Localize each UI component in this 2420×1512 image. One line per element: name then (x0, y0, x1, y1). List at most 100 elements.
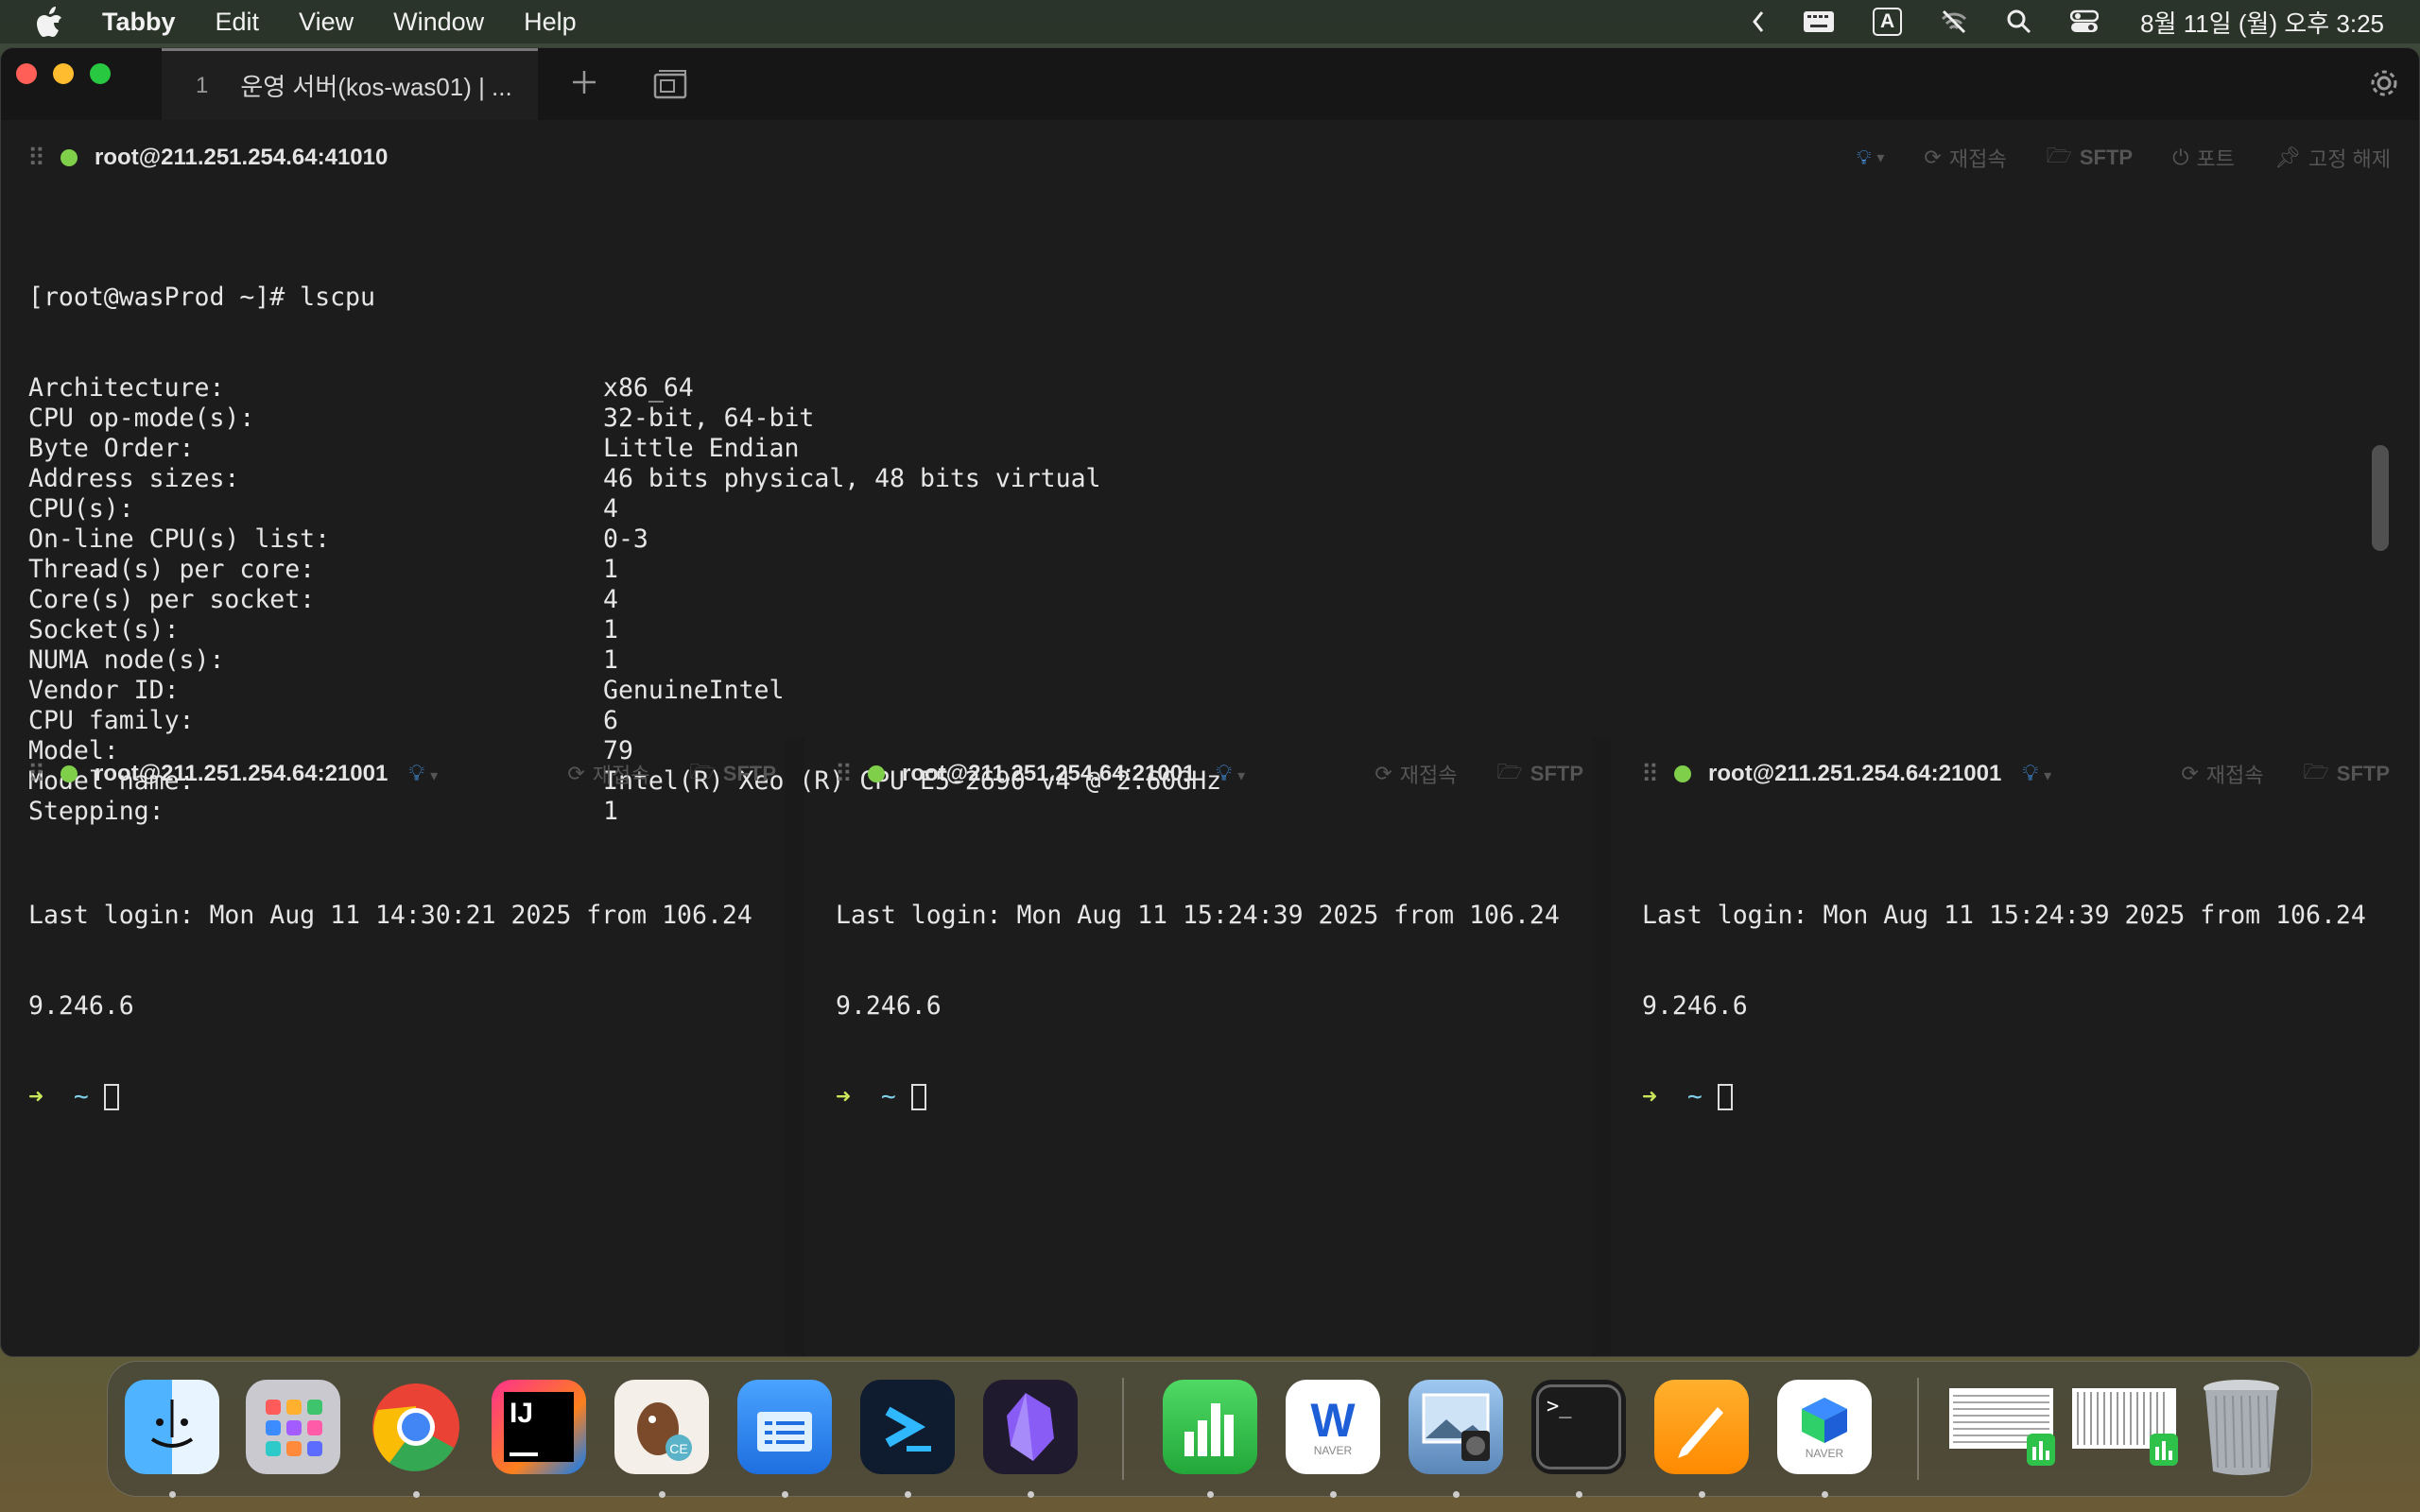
terminal-cursor (1717, 1084, 1733, 1110)
folder-icon: 🗁 (2303, 760, 2329, 783)
menu-edit[interactable]: Edit (216, 8, 260, 37)
lightbulb-icon[interactable]: 💡︎ ▾ (1857, 146, 1884, 170)
lscpu-value: 6 (603, 706, 618, 735)
last-login-line-cont: 9.246.6 (28, 991, 134, 1021)
pages-icon[interactable] (1654, 1380, 1749, 1474)
reconnect-button[interactable]: ⟳ 재접속 (1374, 759, 1457, 789)
chrome-icon[interactable] (369, 1380, 463, 1474)
sftp-button[interactable]: 🗁 SFTP (2303, 756, 2390, 792)
minimize-window-button[interactable] (53, 63, 74, 84)
refresh-icon: ⟳ (567, 762, 585, 785)
lscpu-value: 1 (603, 555, 618, 584)
running-indicator (413, 1491, 420, 1498)
settings-gear-icon[interactable] (2368, 67, 2400, 104)
folder-icon: 🗁 (689, 760, 716, 783)
menu-view[interactable]: View (299, 8, 354, 37)
reconnect-button[interactable]: ⟳ 재접속 (2181, 759, 2263, 789)
naver-whale-icon[interactable]: W NAVER (1286, 1380, 1380, 1474)
lscpu-key: CPU family: (28, 706, 195, 735)
input-source-icon[interactable]: A (1872, 8, 1903, 36)
chevron-left-icon[interactable] (1752, 10, 1765, 33)
terminal-output-bottom[interactable]: Last login: Mon Aug 11 15:24:39 2025 fro… (1642, 840, 2366, 1112)
lscpu-key: On-line CPU(s) list: (28, 524, 331, 554)
folder-icon: 🗁 (2046, 144, 2072, 167)
lightbulb-icon[interactable]: 💡︎ ▾ (1216, 761, 1245, 787)
unpin-button[interactable]: 📌︎ 고정 해제 (2274, 143, 2391, 173)
dock-separator (1917, 1378, 1919, 1480)
numbers-icon[interactable] (1163, 1380, 1257, 1474)
menu-app-name[interactable]: Tabby (102, 8, 176, 37)
running-indicator (659, 1491, 666, 1498)
menu-bar: Tabby Edit View Window Help A 8월 11일 (월)… (0, 0, 2420, 43)
tab-session[interactable]: 1 운영 서버(kos-was01) | ... (162, 48, 538, 120)
lightbulb-icon[interactable]: 💡︎ ▾ (408, 761, 438, 787)
drag-handle-icon[interactable]: ⠿ (27, 144, 45, 173)
running-indicator (1699, 1491, 1705, 1498)
obsidian-icon[interactable] (983, 1380, 1078, 1474)
reconnect-button[interactable]: ⟳ 재접속 (567, 759, 649, 789)
recent-doc-2-icon[interactable] (2070, 1380, 2180, 1474)
new-tab-icon[interactable] (571, 69, 597, 100)
terminal-icon[interactable]: >_ (1531, 1380, 1626, 1474)
lscpu-row: Core(s) per socket: 4 (28, 585, 1221, 615)
vscode-like-icon[interactable] (860, 1380, 955, 1474)
sftp-button[interactable]: 🗁 SFTP (689, 756, 776, 792)
pane-divider[interactable] (786, 738, 804, 1356)
drag-handle-icon[interactable]: ⠿ (835, 760, 853, 789)
search-icon[interactable] (2006, 9, 2032, 35)
running-indicator (782, 1491, 788, 1498)
lscpu-value: 4 (603, 494, 618, 524)
preview-icon[interactable] (1409, 1380, 1503, 1474)
pane-host: root@211.251.254.64:21001 (95, 761, 389, 786)
finder-icon[interactable] (125, 1380, 219, 1474)
lscpu-row: CPU family: 6 (28, 706, 1221, 736)
sftp-button[interactable]: 🗁 SFTP (2047, 140, 2134, 176)
file-manager-icon[interactable] (737, 1380, 832, 1474)
launchpad-icon[interactable] (246, 1380, 340, 1474)
refresh-icon: ⟳ (1924, 146, 1942, 169)
lscpu-row: Address sizes: 46 bits physical, 48 bits … (28, 464, 1221, 494)
menu-help[interactable]: Help (524, 8, 577, 37)
lscpu-row: On-line CPU(s) list: 0-3 (28, 524, 1221, 555)
pane-host: root@211.251.254.64:21001 (1708, 761, 2002, 786)
zoom-window-button[interactable] (90, 63, 111, 84)
intellij-icon[interactable]: IJ (492, 1380, 586, 1474)
lscpu-value: x86_64 (603, 373, 694, 403)
menu-window[interactable]: Window (393, 8, 484, 37)
terminal-cursor (103, 1084, 119, 1110)
lightbulb-icon[interactable]: 💡︎ ▾ (2022, 761, 2051, 787)
terminal-output-bottom[interactable]: Last login: Mon Aug 11 14:30:21 2025 fro… (28, 840, 752, 1112)
pane-divider[interactable] (1592, 738, 1611, 1356)
pane-header-bottom: ⠿ root@211.251.254.64:21001 💡︎ ▾ ⟳ 재접속 🗁 SF… (1641, 746, 2390, 802)
prompt-arrow: ➜ (836, 1082, 851, 1111)
menubar-clock[interactable]: 8월 11일 (월) 오후 3:25 (2140, 5, 2384, 40)
lscpu-row: NUMA node(s): 1 (28, 645, 1221, 676)
tabby-window: 1 운영 서버(kos-was01) | ... ⠿ root@211.251.… (0, 47, 2420, 1357)
drag-handle-icon[interactable]: ⠿ (27, 760, 45, 789)
pane-host: root@211.251.254.64:21001 (902, 761, 1196, 786)
connection-status-dot (60, 765, 78, 782)
lscpu-row: Socket(s): 1 (28, 615, 1221, 645)
trash-icon[interactable] (2201, 1380, 2282, 1475)
apple-icon[interactable] (36, 6, 78, 38)
control-center-icon[interactable] (2070, 9, 2100, 34)
terminal-cursor (910, 1084, 926, 1110)
naver-app-icon[interactable]: NAVER (1777, 1380, 1872, 1474)
lscpu-row: Vendor ID: GenuineIntel (28, 676, 1221, 706)
terminal-output-bottom[interactable]: Last login: Mon Aug 11 15:24:39 2025 fro… (836, 840, 1560, 1112)
sftp-button[interactable]: 🗁 SFTP (1496, 756, 1583, 792)
tabs-overview-icon[interactable] (653, 69, 687, 104)
wifi-off-icon[interactable] (1940, 9, 1968, 34)
close-window-button[interactable] (16, 63, 37, 84)
dbeaver-icon[interactable]: CE (614, 1380, 709, 1474)
recent-doc-1-icon[interactable] (1947, 1380, 2057, 1474)
running-indicator (1207, 1491, 1214, 1498)
keyboard-icon[interactable] (1803, 9, 1835, 34)
shell-prompt: ➜ ~ (836, 1082, 1560, 1112)
ports-button[interactable]: ⏻ 포트 (2172, 143, 2235, 173)
terminal-scrollbar[interactable] (2372, 445, 2389, 551)
lscpu-row: Byte Order: Little Endian (28, 434, 1221, 464)
reconnect-button[interactable]: ⟳ 재접속 (1924, 143, 2006, 173)
last-login-line: Last login: Mon Aug 11 15:24:39 2025 fro… (836, 901, 1560, 930)
drag-handle-icon[interactable]: ⠿ (1641, 760, 1659, 789)
